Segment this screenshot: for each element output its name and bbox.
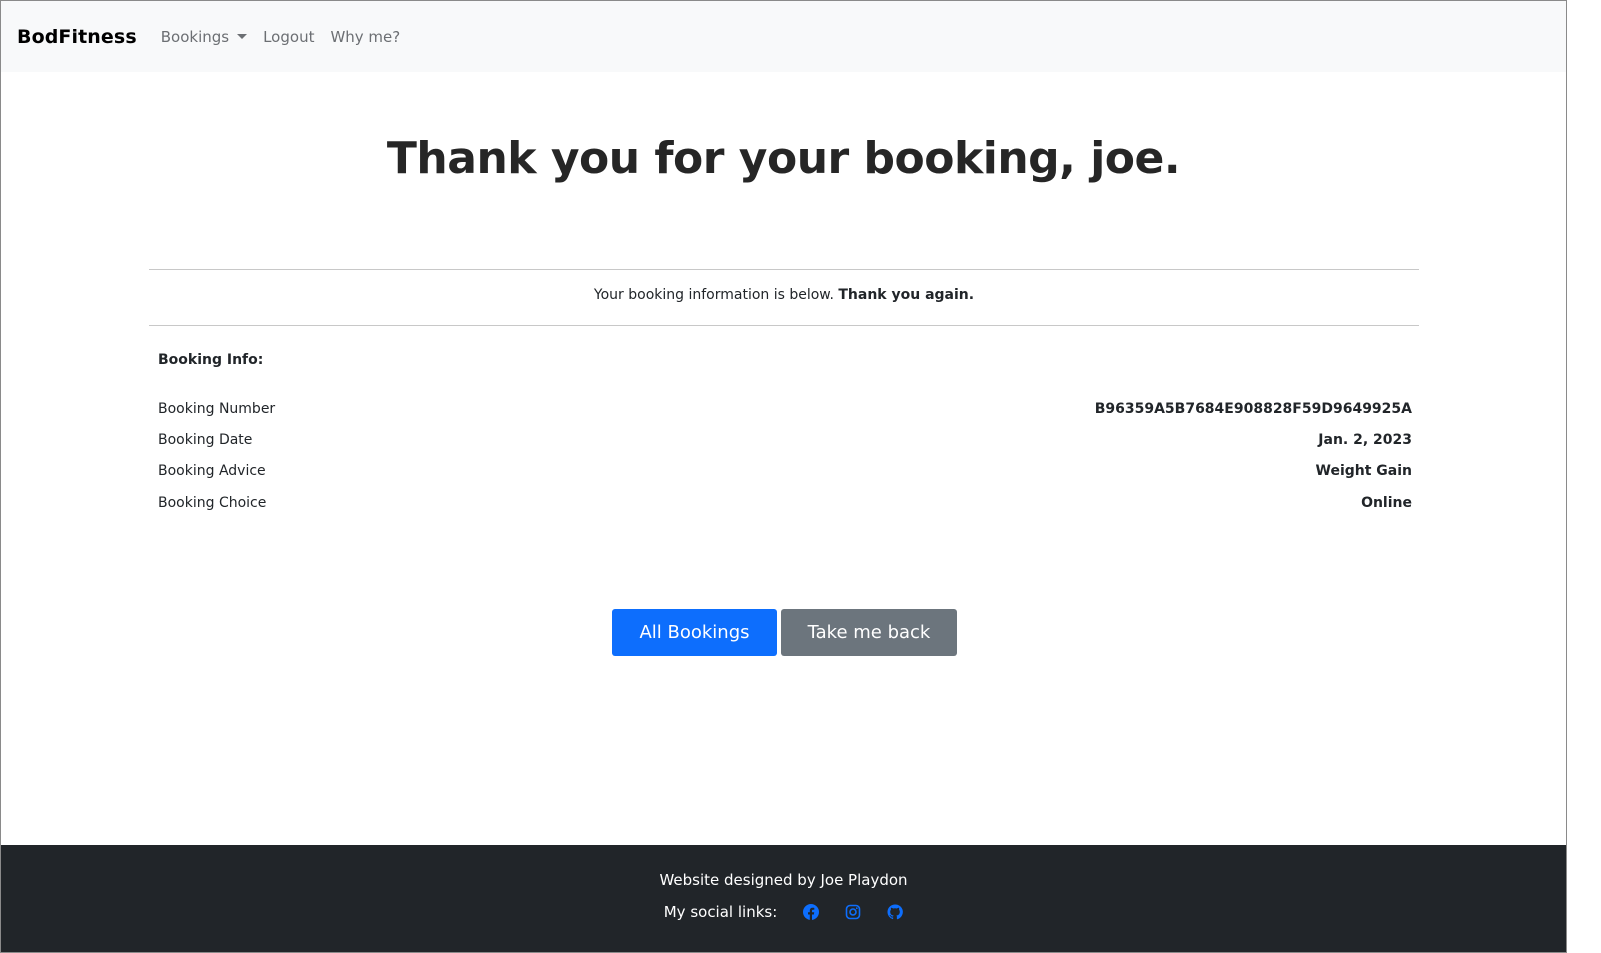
instagram-icon[interactable] xyxy=(845,904,861,920)
all-bookings-button[interactable]: All Bookings xyxy=(612,609,777,656)
nav-bookings-dropdown[interactable]: Bookings xyxy=(160,27,248,46)
take-me-back-button[interactable]: Take me back xyxy=(781,609,957,656)
page-title: Thank you for your booking, joe. xyxy=(386,133,1181,184)
booking-number-label: Booking Number xyxy=(158,401,276,417)
subtext-plain: Your booking information is below. xyxy=(593,287,839,303)
booking-choice-label: Booking Choice xyxy=(158,495,267,511)
subtext-bold: Thank you again. xyxy=(838,287,975,303)
booking-info-row: Booking Number B96359A5B7684E908828F59D9… xyxy=(158,398,1412,420)
caret-down-icon xyxy=(237,34,248,39)
booking-info-row: Booking Date Jan. 2, 2023 xyxy=(158,429,1412,451)
social-links-label: My social links: xyxy=(663,903,778,921)
booking-date-label: Booking Date xyxy=(158,432,253,448)
footer-credit: Website designed by Joe Playdon xyxy=(659,871,908,889)
divider-top xyxy=(149,269,1419,270)
scrollbar-area xyxy=(1567,0,1601,953)
nav-links: Bookings Logout Why me? xyxy=(161,28,417,46)
action-buttons: All Bookings Take me back xyxy=(612,609,957,656)
navbar: BodFitness Bookings Logout Why me? xyxy=(1,1,1566,72)
booking-date-value: Jan. 2, 2023 xyxy=(1318,432,1412,448)
booking-info-row: Booking Choice Online xyxy=(158,492,1412,514)
page-frame: BodFitness Bookings Logout Why me? Thank… xyxy=(0,0,1567,953)
nav-bookings-label: Bookings xyxy=(160,27,230,46)
booking-number-value: B96359A5B7684E908828F59D9649925A xyxy=(1094,401,1412,417)
booking-advice-value: Weight Gain xyxy=(1315,463,1413,479)
nav-logout-link[interactable]: Logout xyxy=(263,28,314,46)
footer: Website designed by Joe Playdon My socia… xyxy=(1,845,1566,952)
booking-subtext: Your booking information is below. Thank… xyxy=(149,287,1419,303)
github-icon[interactable] xyxy=(887,904,904,920)
booking-info-row: Booking Advice Weight Gain xyxy=(158,460,1412,482)
nav-why-me-link[interactable]: Why me? xyxy=(330,28,400,46)
brand-link[interactable]: BodFitness xyxy=(17,26,137,48)
divider-bottom xyxy=(149,325,1419,326)
booking-advice-label: Booking Advice xyxy=(158,463,266,479)
facebook-icon[interactable] xyxy=(803,904,820,920)
footer-social: My social links: xyxy=(1,903,1566,921)
booking-info-heading: Booking Info: xyxy=(158,352,264,368)
booking-choice-value: Online xyxy=(1361,495,1412,511)
